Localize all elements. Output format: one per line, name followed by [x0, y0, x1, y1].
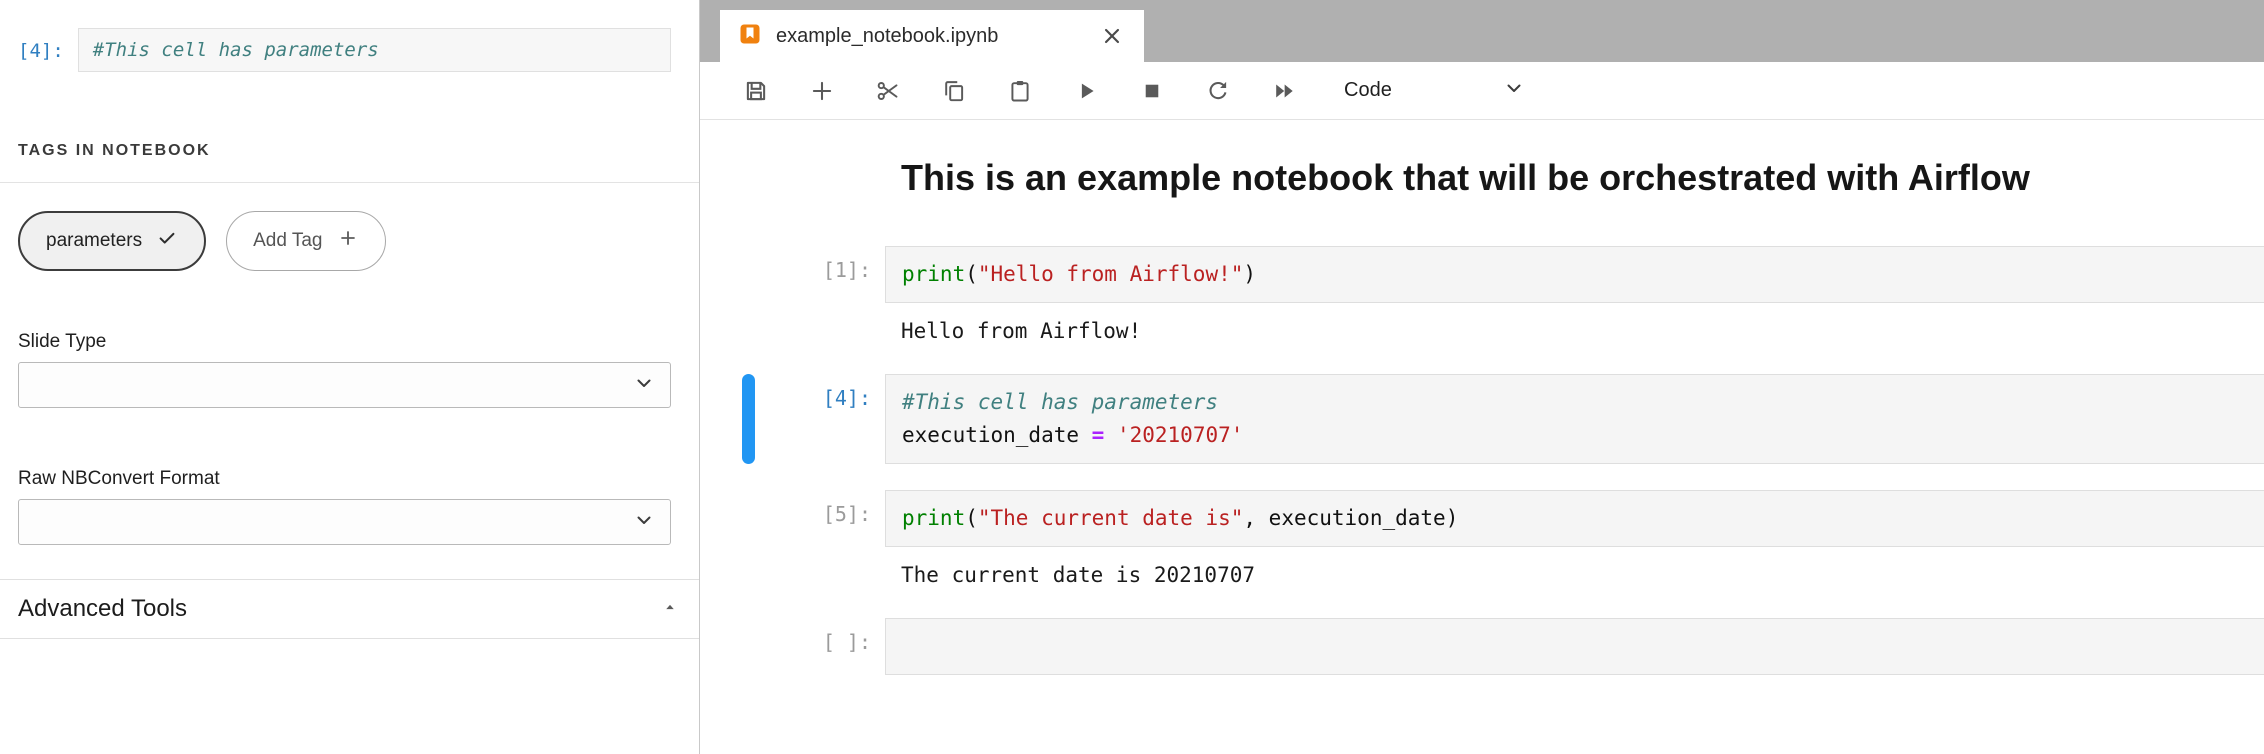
cell-input[interactable]: print("Hello from Airflow!")	[885, 246, 2264, 303]
run-icon[interactable]	[1072, 77, 1100, 105]
notebook-icon	[738, 22, 762, 51]
cell-body: This is an example notebook that will be…	[885, 156, 2264, 200]
notebook-cell[interactable]: [ ]:	[700, 618, 2264, 675]
property-inspector-panel: [4]: #This cell has parameters TAGS IN N…	[0, 0, 700, 754]
cell-input[interactable]: print("The current date is", execution_d…	[885, 490, 2264, 547]
code-line: print("The current date is", execution_d…	[902, 502, 2248, 535]
cell-output: The current date is 20210707	[885, 547, 2264, 592]
close-tab-icon[interactable]	[1098, 22, 1126, 50]
restart-kernel-icon[interactable]	[1204, 77, 1232, 105]
raw-nbconvert-label: Raw NBConvert Format	[0, 468, 699, 490]
tag-label: parameters	[46, 230, 142, 252]
execution-prompt: [1]:	[755, 246, 885, 348]
notebook-content: This is an example notebook that will be…	[700, 120, 2264, 754]
slide-type-label: Slide Type	[0, 331, 699, 353]
chevron-down-icon	[632, 508, 656, 537]
execution-prompt: [4]:	[755, 374, 885, 464]
notebook-cell[interactable]: [1]: print("Hello from Airflow!") Hello fr…	[700, 246, 2264, 348]
plus-icon	[337, 227, 359, 255]
cell-code-preview[interactable]: #This cell has parameters	[78, 28, 671, 72]
execution-prompt: [4]:	[18, 28, 64, 62]
cell-type-value: Code	[1344, 79, 1392, 102]
tab-left: example_notebook.ipynb	[738, 22, 998, 51]
tab-title: example_notebook.ipynb	[776, 25, 998, 48]
cell-body: print("Hello from Airflow!") Hello from A…	[885, 246, 2264, 348]
notebook-heading: This is an example notebook that will be…	[885, 156, 2264, 200]
tags-in-notebook-header: TAGS IN NOTEBOOK	[0, 142, 699, 183]
cell-input[interactable]: #This cell has parametersexecution_date …	[885, 374, 2264, 464]
execution-prompt: [5]:	[755, 490, 885, 592]
advanced-tools-header[interactable]: Advanced Tools	[0, 579, 699, 639]
cell-output: Hello from Airflow!	[885, 303, 2264, 348]
cell-collapser	[742, 156, 755, 200]
cell-body: print("The current date is", execution_d…	[885, 490, 2264, 592]
cell-type-select[interactable]: Code	[1344, 76, 1526, 106]
notebook-cell[interactable]: [4]:#This cell has parametersexecution_d…	[700, 374, 2264, 464]
save-icon[interactable]	[742, 77, 770, 105]
raw-nbconvert-select[interactable]	[18, 499, 671, 545]
notebook-toolbar: Code	[700, 62, 2264, 120]
code-line: print("Hello from Airflow!")	[902, 258, 2248, 291]
stop-kernel-icon[interactable]	[1138, 77, 1166, 105]
slide-type-select[interactable]	[18, 362, 671, 408]
cut-cells-icon[interactable]	[874, 77, 902, 105]
notebook-panel: example_notebook.ipynb	[700, 0, 2264, 754]
cell-collapser	[742, 246, 755, 348]
chevron-down-icon	[632, 371, 656, 400]
code-line: execution_date = '20210707'	[902, 419, 2248, 452]
markdown-cell[interactable]: This is an example notebook that will be…	[700, 156, 2264, 200]
cell-input[interactable]	[885, 618, 2264, 675]
chevron-down-icon	[1502, 76, 1526, 106]
tab-bar: example_notebook.ipynb	[700, 0, 2264, 62]
jupyterlab-window: [4]: #This cell has parameters TAGS IN N…	[0, 0, 2264, 754]
cell-collapser	[742, 618, 755, 675]
add-tag-label: Add Tag	[253, 230, 322, 252]
restart-run-all-icon[interactable]	[1270, 77, 1298, 105]
add-cell-icon[interactable]	[808, 77, 836, 105]
code-line: #This cell has parameters	[902, 386, 2248, 419]
tag-parameters[interactable]: parameters	[18, 211, 206, 271]
tag-list: parameters Add Tag	[0, 183, 699, 271]
notebook-cell[interactable]: [5]: print("The current date is", executi…	[700, 490, 2264, 592]
cell-collapser[interactable]	[742, 374, 755, 464]
advanced-tools-label: Advanced Tools	[18, 595, 187, 623]
tab-example-notebook[interactable]: example_notebook.ipynb	[720, 10, 1144, 62]
cell-body: #This cell has parametersexecution_date …	[885, 374, 2264, 464]
check-icon	[156, 227, 178, 255]
copy-cells-icon[interactable]	[940, 77, 968, 105]
cell-body	[885, 618, 2264, 675]
caret-up-icon	[661, 598, 679, 621]
paste-cells-icon[interactable]	[1006, 77, 1034, 105]
execution-prompt: [ ]:	[755, 618, 885, 675]
active-cell-preview: [4]: #This cell has parameters	[0, 28, 699, 72]
execution-prompt	[755, 156, 885, 200]
cell-list: [1]: print("Hello from Airflow!") Hello fr…	[700, 246, 2264, 675]
cell-collapser	[742, 490, 755, 592]
add-tag-button[interactable]: Add Tag	[226, 211, 385, 271]
